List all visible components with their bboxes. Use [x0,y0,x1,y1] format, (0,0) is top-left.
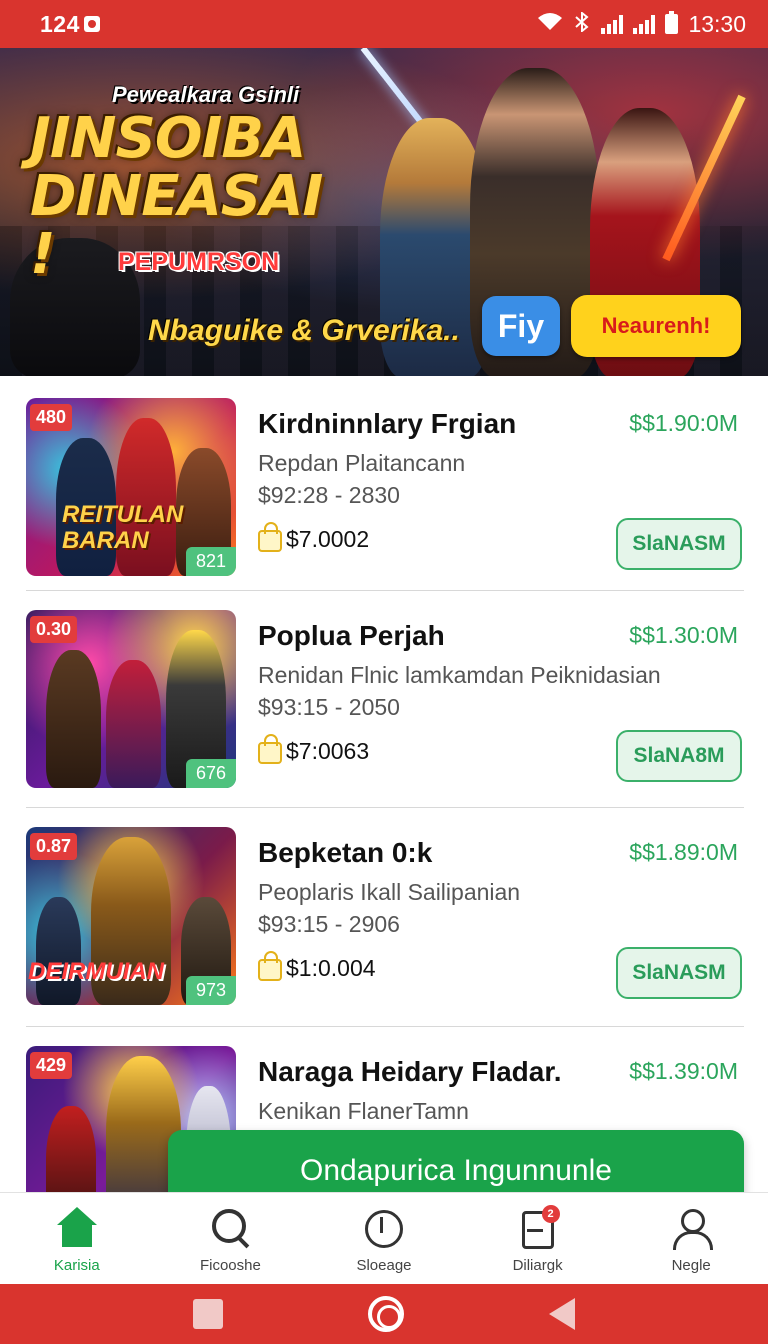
game-subtitle: Repdan Plaitancann [258,450,466,476]
battery-icon [665,11,679,34]
home-icon [55,1207,99,1251]
hero-subtitle: Pewealkara Gsinli [112,82,300,107]
list-divider [26,807,744,808]
signal-icon-2 [633,14,656,34]
rank-badge: 429 [30,1052,73,1079]
nav-item-profile[interactable]: Negle [614,1193,768,1284]
user-icon [669,1207,714,1251]
hero-play-button[interactable]: Fiy [482,296,560,356]
status-time-left: 124 [40,11,100,38]
back-icon[interactable] [549,1298,576,1330]
status-icons: 13:30 [537,10,746,38]
item-action-button[interactable]: SlaNASM [616,947,742,999]
bag-icon: 2 [516,1205,560,1251]
game-price: $$1.39:0M [629,1058,738,1084]
game-range: $93:15 - 2050 [258,694,400,720]
list-item[interactable]: 0.30 676 Poplua Perjah $$1.30:0M Renidan… [26,610,744,810]
nav-label: Ficooshe [199,1257,261,1274]
nav-item-search[interactable]: Ficooshe [154,1193,308,1284]
nav-label: Diliargk [512,1257,563,1274]
game-range: $93:15 - 2906 [258,911,400,937]
hero-caption: Nbaguike & Grverika.. [148,314,460,347]
item-action-button[interactable]: SlaNA8M [616,730,742,782]
item-action-button[interactable]: SlaNASM [616,518,742,570]
nav-label: Negle [671,1257,711,1274]
lock-icon [258,734,282,764]
hero-tag: PEPUMRSON [118,248,280,276]
thumb-character [106,660,161,788]
recent-apps-icon[interactable] [192,1299,223,1329]
game-title[interactable]: Bepketan 0:k [258,837,432,869]
game-thumbnail[interactable]: 0.87 DEIRMUIAN 973 [26,827,236,1005]
count-badge: 821 [185,547,236,576]
game-price: $$1.90:0M [629,410,738,436]
bluetooth-icon [573,10,591,38]
rank-badge: 480 [30,404,73,431]
game-amount: $1:0.004 [286,955,376,981]
game-amount: $7.0002 [286,526,370,552]
game-amount: $7:0063 [286,738,370,764]
bottom-nav: Karisia Ficooshe Sloeage 2 Diliargk Negl… [0,1192,768,1284]
count-badge: 973 [185,976,236,1005]
game-title[interactable]: Poplua Perjah [258,620,445,652]
thumb-character [46,650,101,788]
nav-label: Sloeage [356,1257,412,1274]
count-badge: 676 [185,759,236,788]
game-thumbnail[interactable]: 0.30 676 [26,610,236,788]
lock-icon [258,951,282,981]
status-bar: 124 13:30 [0,0,768,48]
game-price: $$1.89:0M [629,839,738,865]
search-icon [208,1207,252,1251]
nav-item-home[interactable]: Karisia [0,1193,154,1284]
rank-badge: 0.30 [30,616,78,643]
game-price: $$1.30:0M [629,622,738,648]
game-title[interactable]: Naraga Heidary Fladar. [258,1056,561,1088]
wifi-icon [537,11,563,38]
home-button-icon[interactable] [367,1296,404,1332]
nav-item-clock[interactable]: Sloeage [307,1193,461,1284]
game-range: $92:28 - 2830 [258,482,400,508]
thumb-overlay-text: DEIRMUIAN [28,958,164,985]
game-title[interactable]: Kirdninnlary Frgian [258,408,516,440]
system-nav-bar [0,1284,768,1344]
list-divider [26,1026,744,1027]
rank-badge: 0.87 [30,833,78,860]
thumb-character [36,897,81,1005]
notification-badge: 2 [541,1205,560,1223]
game-subtitle: Renidan Flnic lamkamdan Peiknidasian [258,662,661,688]
clock-icon [362,1207,406,1251]
game-subtitle: Kenikan FlanerTamn [258,1098,469,1124]
status-time-text: 124 [40,10,80,37]
hero-register-button[interactable]: Neaurenh! [571,295,741,357]
nav-label: Karisia [53,1257,100,1274]
status-time-right: 13:30 [688,10,746,37]
nav-item-bag[interactable]: 2 Diliargk [461,1193,615,1284]
signal-icon [601,14,624,34]
list-item[interactable]: 0.87 DEIRMUIAN 973 Bepketan 0:k $$1.89:0… [26,827,744,1027]
game-thumbnail[interactable]: 480 REITULAN BARAN 821 [26,398,236,576]
notification-icon [83,16,100,32]
list-divider [26,590,744,591]
game-subtitle: Peoplaris Ikall Sailipanian [258,879,521,905]
list-item[interactable]: 480 REITULAN BARAN 821 Kirdninnlary Frgi… [26,398,744,598]
lock-icon [258,522,282,552]
